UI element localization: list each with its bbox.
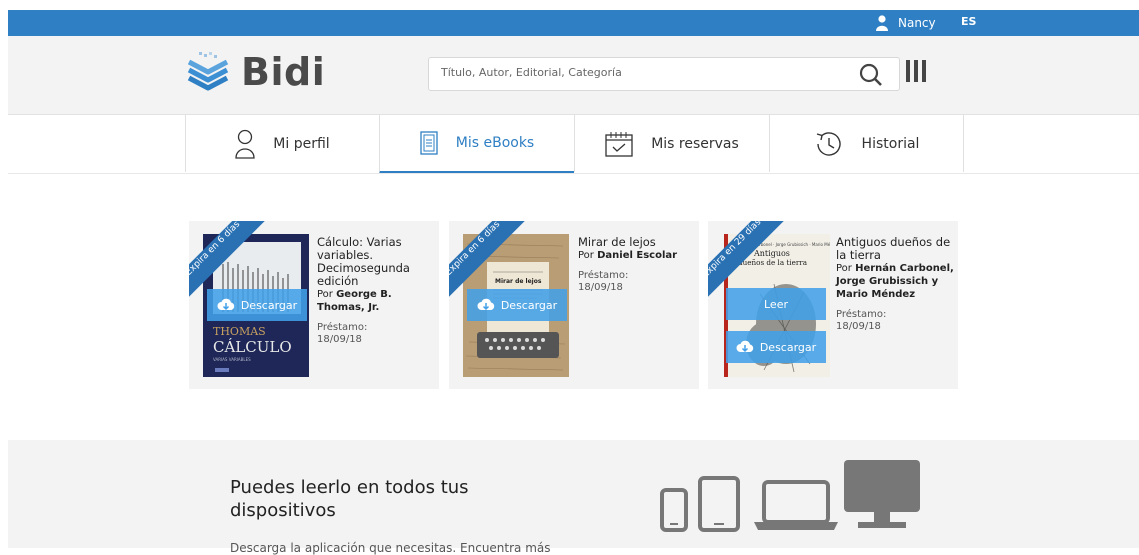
- search-input[interactable]: [441, 66, 821, 79]
- cover-title-text: CÁLCULO: [213, 338, 292, 356]
- book-icon: [420, 131, 438, 155]
- book-info: Antiguos dueños de la tierra Por Hernán …: [836, 236, 954, 333]
- author-prefix: Por: [578, 250, 594, 261]
- tab-label: Mis eBooks: [455, 135, 535, 151]
- bidi-logo[interactable]: Bidi: [185, 50, 325, 94]
- promo-heading: Puedes leerlo en todos tus dispositivos: [230, 477, 469, 521]
- book-card: THOMAS CÁLCULO VARIAS VARIABLES Expira e…: [189, 221, 439, 389]
- download-label: Descargar: [500, 298, 558, 312]
- loan-date: 18/09/18: [578, 282, 623, 293]
- loan-label: Préstamo:: [317, 322, 368, 333]
- loan-date: 18/09/18: [317, 334, 362, 345]
- cover-author-text: THOMAS: [213, 325, 266, 338]
- search-icon[interactable]: [859, 63, 883, 87]
- author-name[interactable]: Daniel Escolar: [597, 250, 677, 261]
- history-icon: [816, 131, 841, 156]
- header: Bidi: [8, 36, 1139, 115]
- cloud-download-icon: [477, 298, 495, 311]
- devices-icon: [660, 460, 920, 532]
- download-label: Descargar: [759, 340, 817, 354]
- book-card: Hernán Carbonel · Jorge Grubissich · Mar…: [708, 221, 958, 389]
- book-info: Mirar de lejos Por Daniel Escolar Présta…: [578, 236, 696, 294]
- tab-mi-perfil[interactable]: Mi perfil: [185, 115, 379, 172]
- phone-icon: [660, 488, 688, 532]
- tab-mis-reservas[interactable]: Mis reservas: [574, 115, 769, 172]
- nav-divider: [8, 173, 1139, 174]
- cloud-download-icon: [736, 340, 754, 353]
- book-info: Cálculo: Varias variables. Decimosegunda…: [317, 236, 435, 346]
- book-card: Mirar de lejos Expira en 6 días Descarga…: [449, 221, 699, 389]
- read-button[interactable]: Leer: [726, 288, 826, 320]
- download-button[interactable]: Descargar: [726, 331, 826, 363]
- book-author: Por Daniel Escolar: [578, 249, 696, 262]
- download-button[interactable]: Descargar: [467, 289, 567, 321]
- loan-label: Préstamo:: [578, 270, 629, 281]
- search-box: [428, 57, 900, 91]
- book-title[interactable]: Antiguos dueños de la tierra: [836, 236, 954, 262]
- loan-info: Préstamo: 18/09/18: [836, 309, 954, 333]
- stack-logo-icon: [187, 52, 229, 91]
- tab-label: Mi perfil: [273, 135, 330, 152]
- download-button[interactable]: Descargar: [207, 289, 307, 321]
- laptop-icon: [754, 480, 838, 530]
- loan-date: 18/09/18: [836, 321, 881, 332]
- promo-text: Descarga la aplicación que necesitas. En…: [230, 541, 551, 555]
- tab-label: Historial: [861, 135, 920, 152]
- loan-info: Préstamo: 18/09/18: [317, 322, 435, 346]
- book-author: Por George B. Thomas, Jr.: [317, 288, 435, 314]
- tab-label: Mis reservas: [651, 135, 739, 152]
- catalog-menu-icon[interactable]: [906, 60, 926, 82]
- author-prefix: Por: [836, 263, 852, 274]
- user-menu[interactable]: Nancy: [876, 14, 936, 32]
- tab-historial[interactable]: Historial: [769, 115, 964, 172]
- language-selector[interactable]: ES: [961, 15, 976, 28]
- read-label: Leer: [764, 297, 788, 311]
- user-name: Nancy: [898, 16, 936, 30]
- author-prefix: Por: [317, 289, 333, 300]
- download-label: Descargar: [240, 298, 298, 312]
- loan-label: Préstamo:: [836, 309, 887, 320]
- logo-text: Bidi: [241, 50, 326, 94]
- desktop-icon: [844, 460, 920, 528]
- tablet-icon: [698, 476, 740, 532]
- top-bar: Nancy ES: [8, 10, 1139, 36]
- cover-subtitle-text: VARIAS VARIABLES: [213, 357, 251, 362]
- author-name[interactable]: Hernán Carbonel, Jorge Grubissich y Mari…: [836, 263, 954, 300]
- page-top-margin: [0, 0, 1139, 10]
- book-author: Por Hernán Carbonel, Jorge Grubissich y …: [836, 262, 954, 301]
- user-outline-icon: [235, 129, 255, 159]
- book-title[interactable]: Mirar de lejos: [578, 236, 696, 249]
- book-title[interactable]: Cálculo: Varias variables. Decimosegunda…: [317, 236, 435, 288]
- calendar-icon: [605, 131, 633, 157]
- devices-promo: Puedes leerlo en todos tus dispositivos …: [8, 440, 1139, 555]
- user-icon: [876, 15, 888, 31]
- cloud-download-icon: [217, 298, 235, 311]
- account-nav: Mi perfil Mis eBooks Mis reservas Histor…: [185, 115, 965, 174]
- loan-info: Préstamo: 18/09/18: [578, 270, 696, 294]
- tab-mis-ebooks[interactable]: Mis eBooks: [379, 115, 574, 174]
